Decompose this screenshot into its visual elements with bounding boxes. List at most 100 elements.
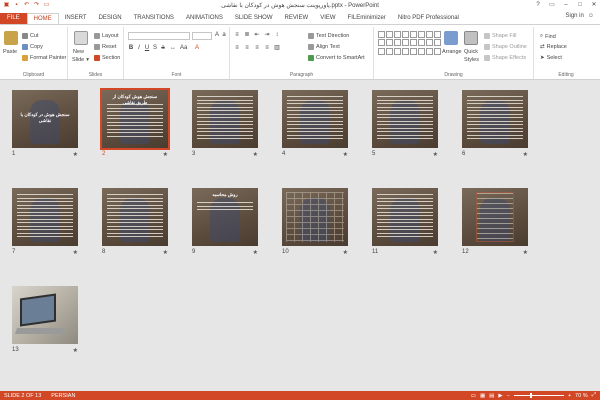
convert-smartart-button[interactable]: Convert to SmartArt [308, 55, 365, 61]
columns-icon[interactable]: ▥ [274, 45, 280, 52]
paste-button[interactable]: Paste [3, 49, 17, 55]
zoom-slider-thumb[interactable] [529, 393, 532, 398]
slide-thumbnail-8[interactable]: 8 ★ [102, 188, 168, 258]
tab-view[interactable]: VIEW [314, 13, 341, 24]
shape-cell[interactable] [394, 31, 401, 38]
shape-cell[interactable] [426, 47, 433, 55]
slide-thumbnail-10[interactable]: 10 ★ [282, 188, 348, 258]
new-slide-dropdown[interactable]: Slide ▾ [72, 57, 89, 63]
new-slide-icon[interactable] [74, 31, 88, 45]
quick-styles-icon[interactable] [464, 31, 478, 45]
char-spacing-icon[interactable]: ↔ [170, 45, 176, 52]
text-direction-button[interactable]: Text Direction [308, 33, 349, 39]
tab-transitions[interactable]: TRANSITIONS [128, 13, 180, 24]
bold-icon[interactable]: B [128, 45, 134, 52]
bullets-icon[interactable]: ≡ [234, 32, 240, 39]
paste-icon[interactable] [4, 31, 18, 45]
arrange-button[interactable]: Arrange [442, 49, 462, 55]
slide-thumbnail-1[interactable]: سنجش هوش در کودکان با نقاشی 1 ★ [12, 90, 78, 160]
quick-styles-button[interactable]: Quick [464, 49, 478, 55]
sign-in-link[interactable]: Sign in [566, 13, 584, 19]
section-button[interactable]: Section [94, 55, 120, 61]
shape-cell[interactable] [410, 39, 417, 47]
slideshow-icon[interactable]: ▭ [43, 2, 50, 9]
tab-review[interactable]: REVIEW [279, 13, 315, 24]
numbering-icon[interactable]: ≣ [244, 32, 250, 39]
shape-cell[interactable] [386, 39, 393, 47]
cut-button[interactable]: Cut [22, 33, 39, 39]
maximize-icon[interactable]: □ [576, 1, 584, 9]
slide-thumbnail-5[interactable]: 5 ★ [372, 90, 438, 160]
shape-cell[interactable] [402, 39, 409, 47]
copy-button[interactable]: Copy [22, 44, 43, 50]
shape-cell[interactable] [402, 47, 409, 55]
zoom-level[interactable]: 70 % [575, 393, 588, 399]
undo-icon[interactable]: ↶ [23, 2, 30, 9]
tab-insert[interactable]: INSERT [59, 13, 93, 24]
tab-animations[interactable]: ANIMATIONS [180, 13, 229, 24]
tab-nitro-pdf[interactable]: Nitro PDF Professional [392, 13, 465, 24]
font-size-input[interactable] [192, 32, 212, 40]
shape-cell[interactable] [378, 39, 385, 47]
reading-view-icon[interactable]: ▤ [489, 393, 494, 399]
find-button[interactable]: ⌕ Find [540, 33, 556, 40]
shape-cell[interactable] [434, 47, 441, 55]
font-color-icon[interactable]: A [194, 45, 200, 52]
shape-cell[interactable] [418, 39, 425, 47]
close-icon[interactable]: ✕ [590, 1, 598, 9]
slide-thumbnail-11[interactable]: 11 ★ [372, 188, 438, 258]
smiley-icon[interactable]: ☺ [588, 13, 594, 19]
arrange-icon[interactable] [444, 31, 458, 45]
layout-button[interactable]: Layout [94, 33, 119, 39]
tab-home[interactable]: HOME [26, 13, 59, 24]
shape-cell[interactable] [386, 31, 393, 38]
zoom-in-icon[interactable]: + [568, 393, 571, 399]
replace-button[interactable]: ⇄ Replace [540, 44, 567, 50]
shape-cell[interactable] [426, 39, 433, 47]
shape-cell[interactable] [402, 31, 409, 38]
shape-cell[interactable] [394, 47, 401, 55]
slide-thumbnail-13[interactable]: 13 ★ [12, 286, 78, 356]
shape-effects-button[interactable]: Shape Effects [484, 55, 526, 61]
strikethrough-icon[interactable]: a [160, 45, 166, 52]
zoom-out-icon[interactable]: − [507, 393, 510, 399]
new-slide-button[interactable]: New [73, 49, 84, 55]
select-button[interactable]: ➤ Select [540, 55, 562, 61]
shape-fill-button[interactable]: Shape Fill [484, 33, 516, 39]
slide-thumbnail-2[interactable]: سنجش هوش كودكان از طريق نقاشی 2 ★ [100, 88, 170, 160]
tab-slide-show[interactable]: SLIDE SHOW [229, 13, 279, 24]
slide-thumbnail-9[interactable]: روش محاسبه 9 ★ [192, 188, 258, 258]
save-icon[interactable]: ▪ [13, 2, 20, 9]
decrease-indent-icon[interactable]: ⇤ [254, 32, 260, 39]
align-left-icon[interactable]: ≡ [234, 45, 240, 52]
shape-cell[interactable] [426, 31, 433, 38]
format-painter-button[interactable]: Format Painter [22, 55, 66, 61]
slide-thumbnail-6[interactable]: 6 ★ [462, 90, 528, 160]
shape-cell[interactable] [378, 31, 385, 38]
underline-icon[interactable]: U [144, 45, 150, 52]
slide-thumbnail-7[interactable]: 7 ★ [12, 188, 78, 258]
ribbon-display-icon[interactable]: ▭ [548, 1, 556, 9]
tab-file[interactable]: FILE [0, 13, 27, 24]
align-right-icon[interactable]: ≡ [254, 45, 260, 52]
shape-cell[interactable] [434, 31, 441, 38]
shape-cell[interactable] [434, 39, 441, 47]
slide-thumbnail-4[interactable]: 4 ★ [282, 90, 348, 160]
fit-slide-icon[interactable]: ⤢ [592, 392, 596, 399]
align-center-icon[interactable]: ≡ [244, 45, 250, 52]
italic-icon[interactable]: I [136, 45, 142, 52]
slideshow-view-icon[interactable]: ▶ [498, 393, 502, 399]
minimize-icon[interactable]: – [562, 1, 570, 9]
line-spacing-icon[interactable]: ↕ [274, 32, 280, 39]
language-indicator[interactable]: PERSIAN [51, 393, 75, 399]
shape-cell[interactable] [418, 31, 425, 38]
justify-icon[interactable]: ≡ [264, 45, 270, 52]
shape-cell[interactable] [410, 47, 417, 55]
shadow-icon[interactable]: S [152, 45, 158, 52]
shape-cell[interactable] [410, 31, 417, 38]
shape-cell[interactable] [394, 39, 401, 47]
normal-view-icon[interactable]: ▭ [471, 393, 476, 399]
shape-cell[interactable] [386, 47, 393, 55]
shape-cell[interactable] [378, 47, 385, 55]
slide-thumbnail-3[interactable]: 3 ★ [192, 90, 258, 160]
